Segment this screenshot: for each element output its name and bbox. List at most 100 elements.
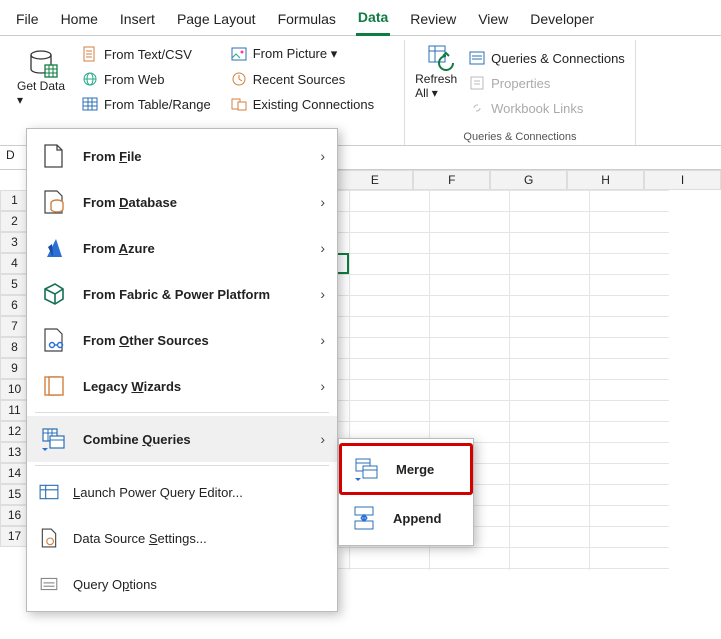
submenu-merge[interactable]: Merge bbox=[339, 443, 473, 495]
from-text-csv-button[interactable]: From Text/CSV bbox=[82, 44, 211, 64]
chevron-right-icon: › bbox=[320, 240, 325, 256]
row-16[interactable]: 16 bbox=[0, 505, 29, 526]
row-8[interactable]: 8 bbox=[0, 337, 29, 358]
row-6[interactable]: 6 bbox=[0, 295, 29, 316]
menu-from-other-label: From Other Sources bbox=[83, 333, 209, 348]
menu-from-other[interactable]: From Other Sources › bbox=[27, 317, 337, 363]
row-11[interactable]: 11 bbox=[0, 400, 29, 421]
queries-connections-button[interactable]: Queries & Connections bbox=[469, 48, 625, 68]
row-1[interactable]: 1 bbox=[0, 190, 29, 211]
tab-view[interactable]: View bbox=[476, 7, 510, 35]
menu-from-database-label: From Database bbox=[83, 195, 177, 210]
existing-connections-button[interactable]: Existing Connections bbox=[231, 94, 374, 114]
options-icon bbox=[39, 574, 59, 594]
workbook-links-label: Workbook Links bbox=[491, 101, 583, 116]
queries-connections-label: Queries & Connections bbox=[491, 51, 625, 66]
file-icon bbox=[39, 143, 69, 169]
get-data-label: Get Data ▾ bbox=[17, 79, 71, 107]
picture-icon bbox=[231, 46, 247, 62]
row-headers: 1 2 3 4 5 6 7 8 9 10 11 12 13 14 15 16 1… bbox=[0, 190, 29, 570]
merge-icon bbox=[352, 456, 382, 482]
workbook-links-button: Workbook Links bbox=[469, 98, 625, 118]
tab-insert[interactable]: Insert bbox=[118, 7, 157, 35]
row-2[interactable]: 2 bbox=[0, 211, 29, 232]
chevron-right-icon: › bbox=[320, 332, 325, 348]
properties-button: Properties bbox=[469, 73, 625, 93]
menu-from-database[interactable]: From Database › bbox=[27, 179, 337, 225]
tab-formulas[interactable]: Formulas bbox=[276, 7, 338, 35]
menu-launch-editor-label: Launch Power Query Editor... bbox=[73, 485, 243, 500]
col-e[interactable]: E bbox=[336, 170, 413, 190]
row-17[interactable]: 17 bbox=[0, 526, 29, 547]
list-icon bbox=[469, 50, 485, 66]
refresh-all-button[interactable]: Refresh All ▾ bbox=[415, 44, 469, 118]
menu-data-source-settings-label: Data Source Settings... bbox=[73, 531, 207, 546]
row-15[interactable]: 15 bbox=[0, 484, 29, 505]
menu-from-fabric-label: From Fabric & Power Platform bbox=[83, 287, 270, 302]
append-icon bbox=[349, 505, 379, 531]
azure-icon bbox=[39, 235, 69, 261]
row-4[interactable]: 4 bbox=[0, 253, 29, 274]
menu-launch-power-query-editor[interactable]: Launch Power Query Editor... bbox=[27, 469, 337, 515]
menu-separator bbox=[35, 412, 329, 413]
editor-icon bbox=[39, 482, 59, 502]
from-table-button[interactable]: From Table/Range bbox=[82, 94, 211, 114]
menu-combine-queries[interactable]: Combine Queries › bbox=[27, 416, 337, 462]
recent-sources-label: Recent Sources bbox=[253, 72, 346, 87]
get-data-button[interactable]: Get Data ▾ bbox=[16, 44, 72, 114]
row-3[interactable]: 3 bbox=[0, 232, 29, 253]
col-h[interactable]: H bbox=[567, 170, 644, 190]
clock-icon bbox=[231, 71, 247, 87]
menu-from-file-label: From File bbox=[83, 149, 142, 164]
file-icon bbox=[82, 46, 98, 62]
existing-connections-label: Existing Connections bbox=[253, 97, 374, 112]
submenu-merge-label: Merge bbox=[396, 462, 434, 477]
submenu-append[interactable]: Append bbox=[339, 495, 473, 541]
chevron-right-icon: › bbox=[320, 286, 325, 302]
col-g[interactable]: G bbox=[490, 170, 567, 190]
qc-group-label: Queries & Connections bbox=[415, 131, 625, 145]
other-sources-icon bbox=[39, 327, 69, 353]
from-picture-button[interactable]: From Picture ▾ bbox=[231, 44, 374, 64]
settings-file-icon bbox=[39, 528, 59, 548]
combine-queries-icon bbox=[39, 426, 69, 452]
tab-home[interactable]: Home bbox=[59, 7, 100, 35]
tab-review[interactable]: Review bbox=[408, 7, 458, 35]
chevron-right-icon: › bbox=[320, 194, 325, 210]
from-web-button[interactable]: From Web bbox=[82, 69, 211, 89]
menu-legacy-wizards[interactable]: Legacy Wizards › bbox=[27, 363, 337, 409]
from-picture-label: From Picture ▾ bbox=[253, 46, 338, 62]
col-i[interactable]: I bbox=[644, 170, 721, 190]
row-14[interactable]: 14 bbox=[0, 463, 29, 484]
connection-icon bbox=[231, 96, 247, 112]
row-7[interactable]: 7 bbox=[0, 316, 29, 337]
col-f[interactable]: F bbox=[413, 170, 490, 190]
properties-icon bbox=[469, 75, 485, 91]
recent-sources-button[interactable]: Recent Sources bbox=[231, 69, 374, 89]
submenu-append-label: Append bbox=[393, 511, 441, 526]
row-10[interactable]: 10 bbox=[0, 379, 29, 400]
menu-combine-queries-label: Combine Queries bbox=[83, 432, 191, 447]
menu-from-file[interactable]: From File › bbox=[27, 133, 337, 179]
link-icon bbox=[469, 100, 485, 116]
row-12[interactable]: 12 bbox=[0, 421, 29, 442]
chevron-right-icon: › bbox=[320, 378, 325, 394]
combine-queries-submenu: Merge Append bbox=[338, 438, 474, 546]
row-9[interactable]: 9 bbox=[0, 358, 29, 379]
tab-pagelayout[interactable]: Page Layout bbox=[175, 7, 258, 35]
tab-data[interactable]: Data bbox=[356, 5, 390, 36]
menu-from-azure[interactable]: From Azure › bbox=[27, 225, 337, 271]
row-5[interactable]: 5 bbox=[0, 274, 29, 295]
from-table-label: From Table/Range bbox=[104, 97, 211, 112]
row-13[interactable]: 13 bbox=[0, 442, 29, 463]
menu-query-options[interactable]: Query Options bbox=[27, 561, 337, 607]
database-icon bbox=[27, 49, 61, 79]
properties-label: Properties bbox=[491, 76, 550, 91]
ribbon-tabs: File Home Insert Page Layout Formulas Da… bbox=[0, 0, 721, 36]
menu-from-fabric[interactable]: From Fabric & Power Platform › bbox=[27, 271, 337, 317]
get-data-menu: From File › From Database › From Azure ›… bbox=[26, 128, 338, 612]
tab-developer[interactable]: Developer bbox=[528, 7, 596, 35]
tab-file[interactable]: File bbox=[14, 7, 41, 35]
menu-data-source-settings[interactable]: Data Source Settings... bbox=[27, 515, 337, 561]
refresh-icon bbox=[426, 44, 458, 72]
